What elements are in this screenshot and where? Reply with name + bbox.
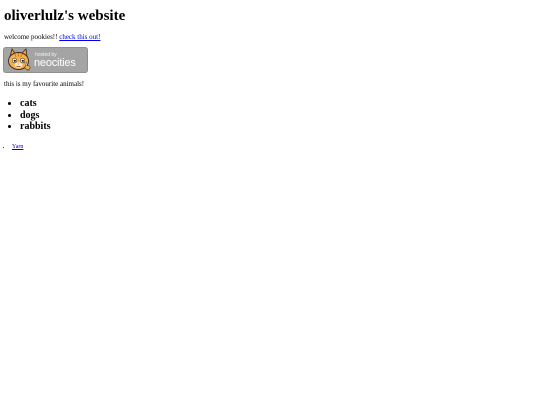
yarn-link[interactable]: Yarn	[12, 144, 23, 150]
welcome-text: welcome pookies!! check this out!	[4, 33, 100, 42]
welcome-label: welcome pookies!!	[4, 33, 60, 41]
page-title: oliverlulz's website	[4, 8, 126, 24]
check-this-out-link[interactable]: check this out!	[59, 33, 100, 41]
animal-list: cats dogs rabbits	[8, 98, 51, 133]
animal-list-item-dogs: dogs	[20, 110, 51, 122]
neocities-label: neocities	[34, 57, 76, 69]
link-list: Yarn	[4, 143, 23, 151]
neocities-cat-icon	[8, 48, 31, 72]
animals-intro-text: this is my favourite animals!	[4, 80, 85, 88]
neocities-badge[interactable]: hosted by neocities	[3, 47, 88, 73]
link-list-item: Yarn	[12, 143, 23, 151]
animal-list-item-rabbits: rabbits	[20, 121, 51, 133]
animal-list-item-cats: cats	[20, 98, 51, 110]
